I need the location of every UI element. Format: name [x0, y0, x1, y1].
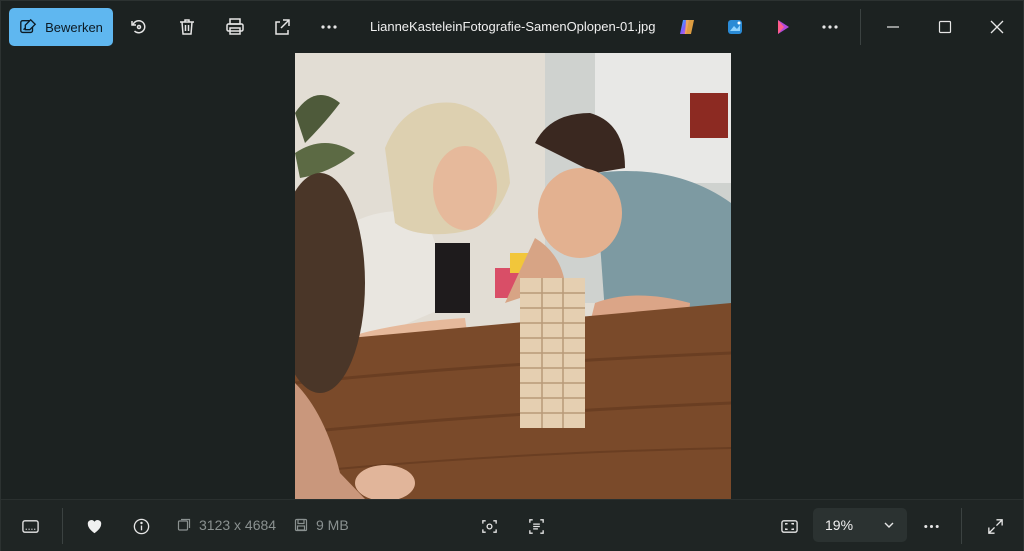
fit-window-icon: [780, 519, 798, 533]
full-screen-button[interactable]: [982, 513, 1008, 539]
minimize-button[interactable]: [879, 13, 907, 41]
bottom-more-button[interactable]: [918, 513, 944, 539]
image-sparkle-icon: [728, 20, 742, 34]
resolution-icon: [177, 518, 191, 531]
more-icon: [822, 25, 838, 29]
more-icon: [321, 25, 337, 29]
printer-icon: [226, 18, 244, 35]
edit-button[interactable]: Bewerken: [9, 8, 113, 46]
close-button[interactable]: [983, 13, 1011, 41]
text-scan-icon: [528, 518, 544, 534]
file-name: LianneKasteleinFotografie-SamenOplopen-0…: [370, 19, 656, 34]
edit-button-label: Bewerken: [45, 19, 103, 35]
text-scan-button[interactable]: [523, 513, 549, 539]
heart-icon: [87, 519, 101, 533]
filmstrip-icon: [21, 519, 39, 533]
visual-search-icon: [481, 519, 497, 533]
trash-icon: [180, 19, 194, 35]
edit-image-icon: [20, 18, 37, 34]
more-icon: [923, 524, 939, 528]
share-icon: [275, 19, 290, 35]
image-dimensions: 3123 x 4684: [177, 517, 276, 533]
visual-search-button[interactable]: [476, 513, 502, 539]
clipchamp-button[interactable]: [769, 13, 797, 41]
app-menu-button[interactable]: [816, 13, 844, 41]
rotate-button[interactable]: [125, 13, 153, 41]
minimize-icon: [887, 26, 899, 28]
filmstrip-toggle-button[interactable]: [17, 513, 43, 539]
photo: [295, 53, 731, 499]
photos-editor-button[interactable]: [721, 13, 749, 41]
copilot-icon: [680, 20, 694, 34]
bottom-divider: [62, 508, 63, 544]
more-options-button[interactable]: [315, 13, 343, 41]
file-size: 9 MB: [294, 517, 349, 533]
clipchamp-icon: [778, 20, 789, 34]
zoom-value: 19%: [825, 517, 854, 533]
favorite-button[interactable]: [81, 513, 107, 539]
share-button[interactable]: [268, 13, 296, 41]
copilot-button[interactable]: [673, 13, 701, 41]
file-info-button[interactable]: [128, 513, 154, 539]
bottom-toolbar: 3123 x 4684 9 MB 19%: [1, 499, 1023, 551]
maximize-button[interactable]: [931, 13, 959, 41]
info-icon: [133, 518, 149, 534]
toolbar-divider: [860, 9, 861, 45]
print-button[interactable]: [221, 13, 249, 41]
zoom-dropdown[interactable]: 19%: [813, 508, 907, 542]
expand-icon: [987, 518, 1003, 534]
image-canvas[interactable]: [1, 53, 1023, 499]
fit-to-window-button[interactable]: [776, 513, 802, 539]
close-icon: [990, 20, 1004, 34]
disk-icon: [294, 518, 308, 532]
delete-button[interactable]: [173, 13, 201, 41]
top-toolbar: Bewerken LianneKasteleinFotografie-Samen…: [1, 1, 1023, 53]
rotate-icon: [131, 20, 146, 34]
chevron-down-icon: [884, 522, 894, 528]
photo-illustration: [295, 53, 731, 499]
dimensions-value: 3123 x 4684: [199, 517, 277, 533]
bottom-divider: [961, 508, 962, 544]
maximize-icon: [938, 20, 952, 34]
file-size-value: 9 MB: [316, 517, 349, 533]
photos-app-window: Bewerken LianneKasteleinFotografie-Samen…: [0, 0, 1024, 551]
